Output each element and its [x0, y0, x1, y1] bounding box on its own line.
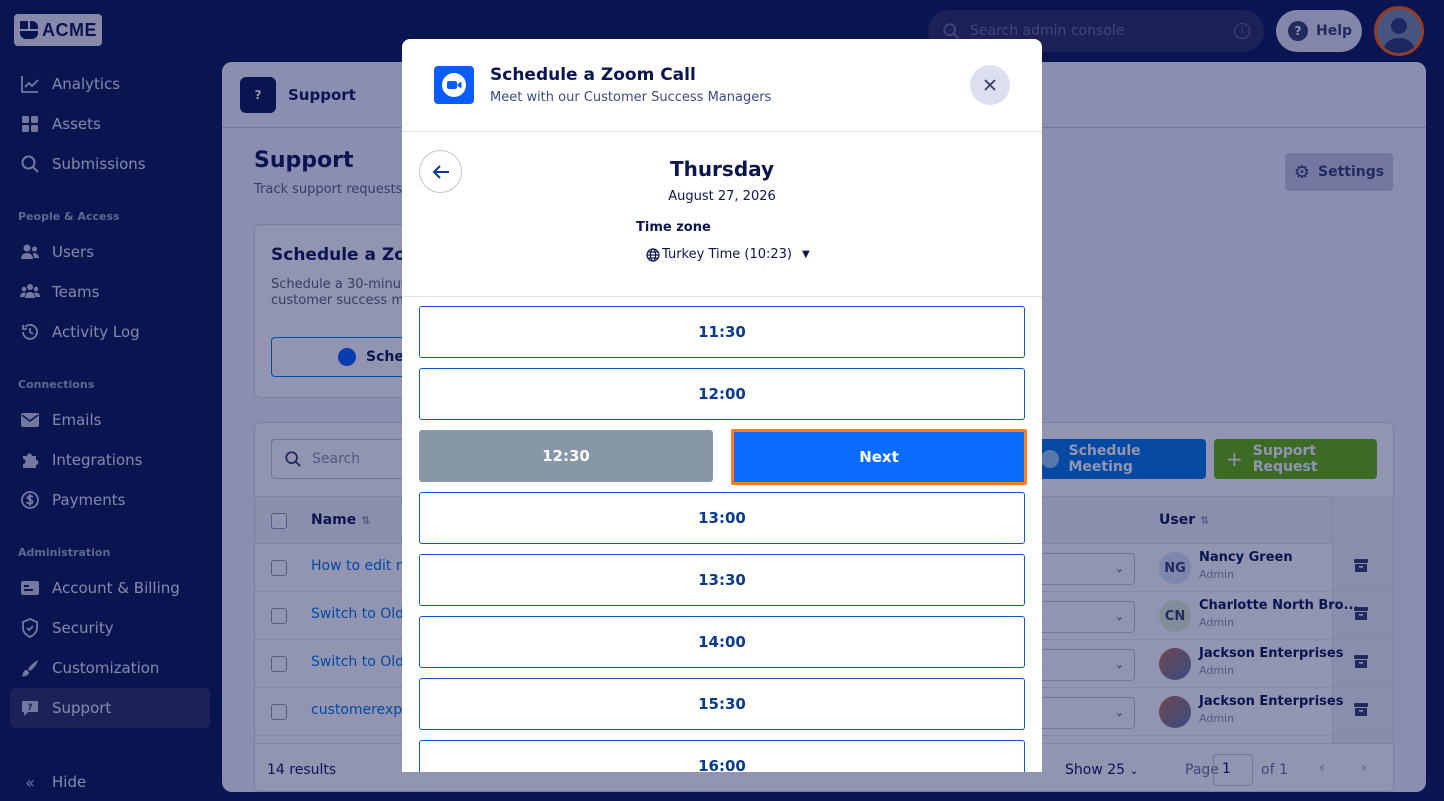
modal-title: Schedule a Zoom Call	[490, 65, 696, 85]
time-slot[interactable]: 12:00	[419, 368, 1025, 420]
globe-icon	[646, 247, 660, 262]
selected-day: Thursday	[669, 157, 775, 181]
time-slot[interactable]: 13:00	[419, 492, 1025, 544]
timezone-label: Time zone	[636, 220, 711, 235]
timezone-select[interactable]: Turkey Time (10:23) ▼	[646, 247, 810, 262]
selected-date: August 27, 2026	[668, 189, 776, 204]
time-slot[interactable]: 15:30	[419, 678, 1025, 730]
modal-subtitle: Meet with our Customer Success Managers	[490, 90, 772, 105]
schedule-zoom-modal: Schedule a Zoom Call Meet with our Custo…	[402, 39, 1042, 772]
divider	[402, 296, 1042, 297]
time-slot[interactable]: 16:00	[419, 740, 1025, 772]
modal-header: Schedule a Zoom Call Meet with our Custo…	[402, 39, 1042, 132]
caret-down-icon: ▼	[802, 249, 810, 260]
close-icon	[984, 79, 996, 91]
time-slot-selected[interactable]: 12:30	[419, 430, 713, 482]
time-slot[interactable]: 14:00	[419, 616, 1025, 668]
zoom-logo-icon	[434, 66, 474, 104]
time-slot[interactable]: 13:30	[419, 554, 1025, 606]
timezone-value: Turkey Time (10:23)	[662, 247, 792, 262]
next-button[interactable]: Next	[731, 429, 1027, 485]
time-slot[interactable]: 11:30	[419, 306, 1025, 358]
close-button[interactable]	[970, 65, 1010, 105]
